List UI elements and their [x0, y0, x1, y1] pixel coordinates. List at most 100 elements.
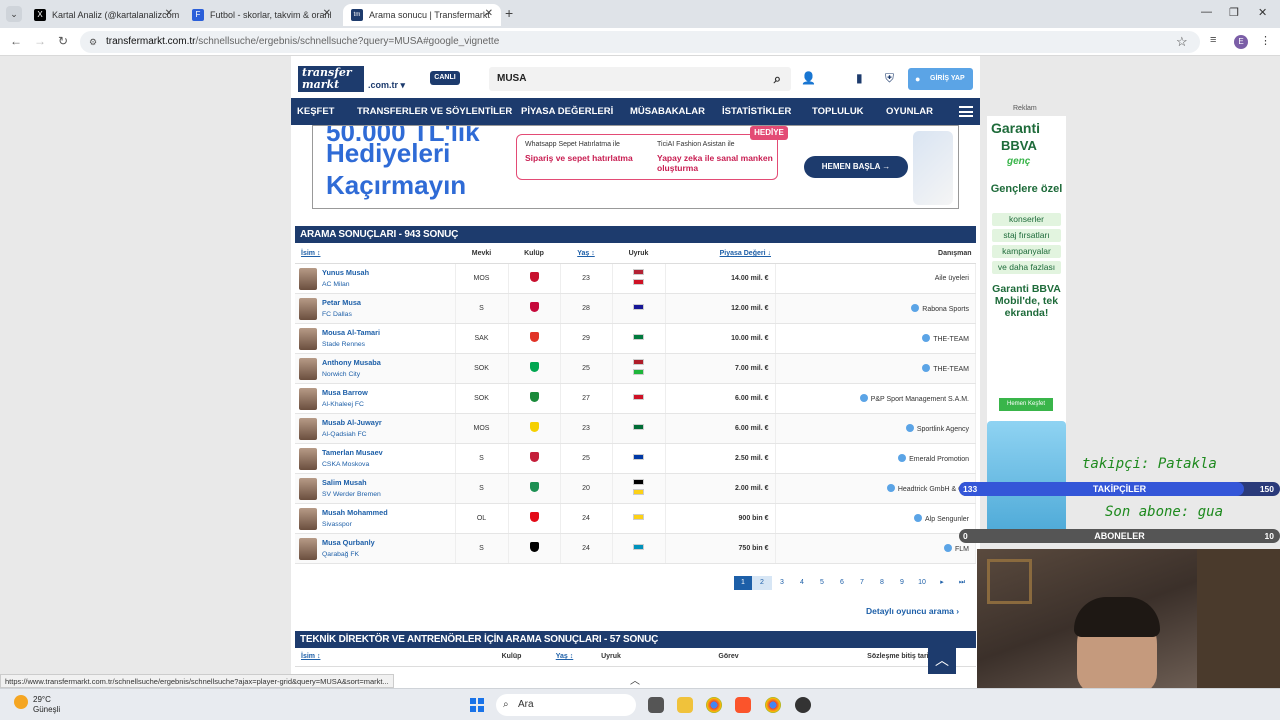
page-link[interactable]: 3: [772, 576, 792, 590]
col-header-market-value[interactable]: Piyasa Değeri ↓: [665, 245, 775, 264]
bookmark-star-icon[interactable]: ☆: [1176, 34, 1188, 50]
agent-name[interactable]: Emerald Promotion: [909, 456, 969, 463]
player-photo[interactable]: [299, 267, 317, 290]
player-photo[interactable]: [299, 507, 317, 530]
tab-kartal-analiz[interactable]: X Kartal Analiz (@kartalanalizcom ✕: [26, 4, 181, 26]
player-name-link[interactable]: Mousa Al-Tamari: [322, 328, 455, 337]
club-crest-icon[interactable]: [529, 362, 539, 372]
player-name-link[interactable]: Musab Al-Juwayr: [322, 418, 455, 427]
agent-name[interactable]: Rabona Sports: [922, 306, 969, 313]
close-window-icon[interactable]: ✕: [1258, 6, 1267, 19]
page-link[interactable]: 6: [832, 576, 852, 590]
detailed-player-search-link[interactable]: Detaylı oyuncu arama ›: [866, 606, 959, 616]
nav-item-games[interactable]: OYUNLAR: [886, 98, 933, 125]
ad-cta-button[interactable]: Hemen Keşfet: [999, 398, 1053, 411]
player-name-link[interactable]: Musa Qurbanly: [322, 538, 455, 547]
agent-name[interactable]: Alp Sengunler: [925, 516, 969, 523]
close-icon[interactable]: ✕: [485, 8, 493, 19]
user-search-icon[interactable]: 👤: [801, 71, 816, 85]
scroll-to-top-button[interactable]: ︿: [928, 646, 956, 674]
page-link[interactable]: 2: [752, 576, 772, 590]
player-photo[interactable]: [299, 327, 317, 350]
minimize-icon[interactable]: —: [1201, 6, 1212, 18]
taskbar-search[interactable]: ⌕ Ara: [496, 694, 636, 716]
media-controls-icon[interactable]: ≡: [1210, 34, 1216, 46]
chrome-icon[interactable]: [706, 697, 722, 713]
player-club-link[interactable]: AC Milan: [322, 281, 455, 288]
tab-search-button[interactable]: ⌄: [6, 6, 22, 22]
club-crest-icon[interactable]: [529, 542, 539, 552]
chrome-active-icon[interactable]: [765, 697, 781, 713]
col-header-age[interactable]: Yaş ↕: [538, 648, 591, 667]
club-crest-icon[interactable]: [529, 302, 539, 312]
page-link[interactable]: 8: [872, 576, 892, 590]
garanti-bbva-ad[interactable]: Garanti BBVA genç Gençlere özel konserle…: [987, 116, 1066, 541]
player-name-link[interactable]: Musah Mohammed: [322, 508, 455, 517]
login-button[interactable]: ● GİRİŞ YAP: [908, 68, 973, 90]
player-club-link[interactable]: Al-Khaleej FC: [322, 401, 455, 408]
search-icon[interactable]: ⌕: [774, 67, 781, 91]
close-icon[interactable]: ✕: [165, 8, 173, 19]
nav-item-kesfet[interactable]: KEŞFET: [297, 98, 334, 125]
agent-name[interactable]: THE-TEAM: [933, 336, 969, 343]
page-link[interactable]: 7: [852, 576, 872, 590]
player-photo[interactable]: [299, 537, 317, 560]
agent-name[interactable]: P&P Sport Management S.A.M.: [871, 396, 969, 403]
shield-icon[interactable]: ⛨: [885, 71, 894, 86]
player-club-link[interactable]: Qarabağ FK: [322, 551, 455, 558]
bookmark-icon[interactable]: ▮: [856, 71, 863, 85]
club-crest-icon[interactable]: [529, 272, 539, 282]
player-name-link[interactable]: Salim Musah: [322, 478, 455, 487]
col-header-age[interactable]: Yaş ↕: [560, 245, 612, 264]
page-link[interactable]: 1: [734, 576, 752, 590]
new-tab-button[interactable]: +: [505, 5, 513, 21]
page-link[interactable]: ▸: [932, 576, 952, 590]
close-icon[interactable]: ✕: [323, 8, 331, 19]
nav-item-transfers[interactable]: TRANSFERLER VE SÖYLENTİLER: [357, 98, 512, 125]
forward-arrow-icon[interactable]: →: [34, 34, 46, 48]
player-club-link[interactable]: FC Dallas: [322, 311, 455, 318]
site-info-icon[interactable]: ⚙: [89, 31, 97, 53]
player-club-link[interactable]: Norwich City: [322, 371, 455, 378]
page-link[interactable]: 10: [912, 576, 932, 590]
player-club-link[interactable]: Al-Qadsiah FC: [322, 431, 455, 438]
profile-avatar[interactable]: E: [1234, 35, 1248, 49]
agent-name[interactable]: Sportlink Agency: [917, 426, 969, 433]
tab-transfermarkt[interactable]: tm Arama sonucu | Transfermarkt ✕: [343, 4, 501, 26]
club-crest-icon[interactable]: [529, 482, 539, 492]
club-crest-icon[interactable]: [529, 332, 539, 342]
col-header-name[interactable]: İsim ↕: [295, 245, 455, 264]
page-link[interactable]: 4: [792, 576, 812, 590]
player-name-link[interactable]: Anthony Musaba: [322, 358, 455, 367]
file-explorer-icon[interactable]: [677, 697, 693, 713]
tab-futbol[interactable]: F Futbol - skorlar, takvim & oranl ✕: [184, 4, 339, 26]
show-hidden-icons-icon[interactable]: ︿: [626, 672, 644, 687]
player-club-link[interactable]: SV Werder Bremen: [322, 491, 455, 498]
player-photo[interactable]: [299, 417, 317, 440]
nav-item-community[interactable]: TOPLULUK: [812, 98, 864, 125]
browser-menu-icon[interactable]: ⋮: [1260, 34, 1271, 47]
transfermarkt-logo[interactable]: transfer markt: [298, 66, 364, 92]
hamburger-menu-icon[interactable]: [959, 106, 973, 117]
page-link[interactable]: 9: [892, 576, 912, 590]
player-name-link[interactable]: Yunus Musah: [322, 268, 455, 277]
nav-item-competitions[interactable]: MÜSABAKALAR: [630, 98, 705, 125]
task-view-icon[interactable]: [648, 697, 664, 713]
restore-icon[interactable]: ❐: [1229, 6, 1239, 19]
player-photo[interactable]: [299, 447, 317, 470]
player-photo[interactable]: [299, 297, 317, 320]
back-arrow-icon[interactable]: ←: [10, 34, 22, 48]
player-name-link[interactable]: Petar Musa: [322, 298, 455, 307]
player-name-link[interactable]: Tamerlan Musaev: [322, 448, 455, 457]
club-crest-icon[interactable]: [529, 422, 539, 432]
search-input[interactable]: MUSA ⌕: [489, 67, 791, 91]
player-club-link[interactable]: Sivasspor: [322, 521, 455, 528]
brave-icon[interactable]: [735, 697, 751, 713]
player-name-link[interactable]: Musa Barrow: [322, 388, 455, 397]
club-crest-icon[interactable]: [529, 512, 539, 522]
address-bar[interactable]: ⚙ transfermarkt.com.tr/schnellsuche/erge…: [80, 31, 1200, 53]
player-club-link[interactable]: Stade Rennes: [322, 341, 455, 348]
club-crest-icon[interactable]: [529, 392, 539, 402]
nav-item-market-values[interactable]: PİYASA DEĞERLERİ: [521, 98, 613, 125]
page-link[interactable]: 5: [812, 576, 832, 590]
